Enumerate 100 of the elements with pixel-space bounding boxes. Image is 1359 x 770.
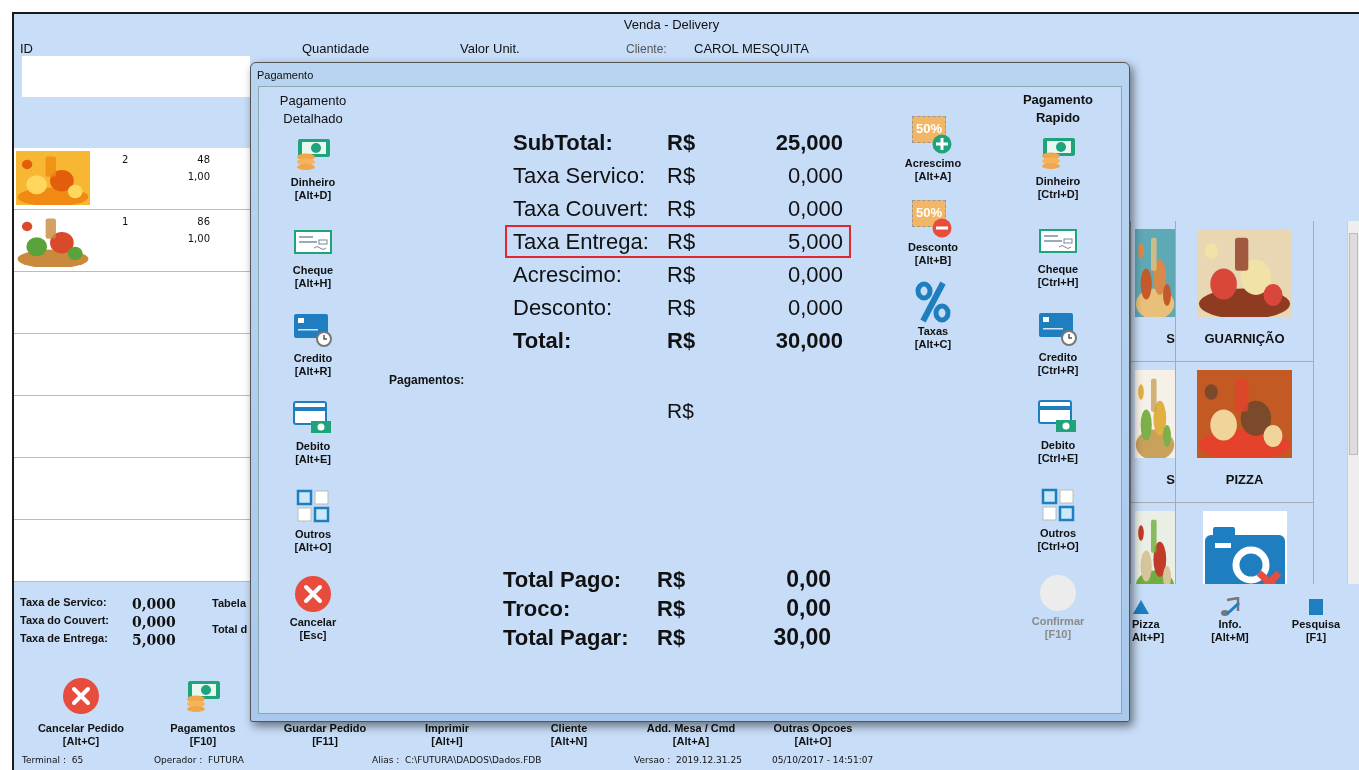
payment-method-button[interactable]: Dinheiro [Alt+D] bbox=[263, 132, 363, 220]
summary-label: Taxa Servico: bbox=[513, 162, 647, 189]
card-cash-icon bbox=[293, 401, 333, 435]
toolbar-button[interactable]: Imprimir [Alt+I] bbox=[386, 660, 508, 752]
category-tile[interactable]: S bbox=[1131, 221, 1176, 362]
total-label: Total Pago: bbox=[503, 566, 623, 593]
minus-icon bbox=[932, 218, 952, 238]
payment-method-button[interactable]: Cheque [Alt+H] bbox=[263, 220, 363, 308]
triangle-icon bbox=[1132, 599, 1150, 615]
currency-label: R$ bbox=[657, 595, 687, 622]
total-value: 30,00 bbox=[772, 624, 831, 651]
toolbar-button[interactable]: Add. Mesa / Cmd [Alt+A] bbox=[630, 660, 752, 752]
column-header: Valor Unit. bbox=[460, 41, 521, 56]
currency-label: R$ bbox=[667, 327, 697, 354]
summary-label: Desconto: bbox=[513, 294, 614, 321]
status-text: Terminal : 65 bbox=[21, 754, 85, 765]
currency-label: R$ bbox=[667, 294, 697, 321]
circle-icon bbox=[1039, 574, 1077, 612]
summary-value: 25,000 bbox=[774, 129, 843, 156]
status-text: 05/10/2017 - 14:51:07 bbox=[772, 754, 874, 765]
summary-label: SubTotal: bbox=[513, 129, 614, 156]
toolbar-button[interactable]: Cliente [Alt+N] bbox=[508, 660, 630, 752]
grid-icon bbox=[1041, 488, 1075, 522]
card-cash-icon bbox=[1038, 400, 1078, 434]
card-clock-icon bbox=[293, 313, 333, 347]
category-name: S bbox=[1166, 472, 1175, 487]
category-name: S bbox=[1166, 331, 1175, 346]
currency-label: R$ bbox=[657, 624, 687, 651]
quantity-cell-text: 2 bbox=[122, 154, 130, 165]
toolbar-button[interactable]: Outras Opcoes [Alt+O] bbox=[752, 660, 874, 752]
currency-label: R$ bbox=[657, 566, 687, 593]
currency-label: R$ bbox=[667, 129, 697, 156]
toolbar-button[interactable]: Info. [Alt+M] bbox=[1192, 596, 1268, 660]
cash-icon bbox=[294, 138, 332, 170]
currency-label: R$ bbox=[667, 261, 697, 288]
scrollbar[interactable] bbox=[1347, 221, 1359, 584]
section-heading: Pagamento Detalhado bbox=[278, 92, 348, 128]
price-cell: 1,00 bbox=[187, 233, 210, 244]
field-label: Tabela bbox=[212, 597, 248, 609]
id-field[interactable] bbox=[22, 56, 250, 97]
close-icon bbox=[62, 677, 100, 715]
category-name: PIZZA bbox=[1225, 472, 1264, 487]
payment-method-button[interactable]: Credito [Alt+R] bbox=[263, 308, 363, 396]
status-text: Versao : 2019.12.31.25 bbox=[634, 754, 743, 765]
card-clock-icon bbox=[1038, 312, 1078, 346]
toolbar-button[interactable]: Pesquisa [F1] bbox=[1278, 596, 1354, 660]
dialog-title: Pagamento bbox=[257, 68, 314, 81]
code-cell: 48 bbox=[197, 154, 210, 165]
price-cell: 1,00 bbox=[187, 171, 210, 182]
total-label: Troco: bbox=[503, 595, 572, 622]
field-label: Total d bbox=[212, 623, 248, 635]
fee-value: 0,000 bbox=[132, 596, 177, 612]
payment-method-button[interactable]: Dinheiro [Ctrl+D] bbox=[1008, 131, 1108, 219]
code-cell: 86 bbox=[197, 216, 210, 227]
fee-label: Taxa de Entrega: bbox=[20, 632, 109, 646]
status-text: Alias : C:\FUTURA\DADOS\Dados.FDB bbox=[372, 754, 543, 765]
summary-value: 30,000 bbox=[774, 327, 843, 354]
cancel-button[interactable]: Cancelar [Esc] bbox=[263, 572, 363, 660]
close-icon bbox=[294, 575, 332, 613]
adjustment-button[interactable]: 50% Desconto [Alt+B] bbox=[883, 197, 983, 281]
cash-icon bbox=[1039, 137, 1077, 169]
fee-label: Taxa de Servico: bbox=[20, 596, 108, 610]
total-label: Total Pagar: bbox=[503, 624, 630, 651]
fee-value: 0,000 bbox=[132, 614, 177, 630]
grid-icon bbox=[296, 489, 330, 523]
payment-method-button[interactable]: Debito [Alt+E] bbox=[263, 396, 363, 484]
cheque-icon bbox=[1039, 229, 1077, 253]
section-heading: Pagamento Rapido bbox=[1021, 91, 1095, 127]
payment-method-button[interactable]: Credito [Ctrl+R] bbox=[1008, 307, 1108, 395]
category-tile[interactable]: GUARNIÇÃO bbox=[1176, 221, 1314, 362]
summary-value: 0,000 bbox=[786, 261, 843, 288]
summary-label: Taxa Couvert: bbox=[513, 195, 650, 222]
payment-method-button[interactable]: Outros [Ctrl+O] bbox=[1008, 483, 1108, 571]
column-header: ID bbox=[19, 41, 34, 56]
payment-method-button[interactable]: Outros [Alt+O] bbox=[263, 484, 363, 572]
payment-method-button[interactable]: Debito [Ctrl+E] bbox=[1008, 395, 1108, 483]
toolbar-button[interactable]: Cancelar Pedido [Alt+C] bbox=[20, 660, 142, 752]
percent-tag: 50% bbox=[912, 200, 946, 227]
category-tile[interactable]: S bbox=[1131, 362, 1176, 503]
status-text: Operador : FUTURA bbox=[154, 754, 245, 765]
currency-label: R$ bbox=[667, 195, 697, 222]
adjustment-button[interactable]: 50% Acrescimo [Alt+A] bbox=[883, 113, 983, 197]
toolbar-button[interactable]: Pizza Alt+P] bbox=[1132, 596, 1182, 660]
currency-label: R$ bbox=[667, 399, 694, 423]
client-label: Cliente: bbox=[626, 42, 668, 56]
cheque-icon bbox=[294, 230, 332, 254]
category-tile[interactable]: PIZZA bbox=[1176, 362, 1314, 503]
percent-tag: 50% bbox=[912, 116, 946, 143]
toolbar-button[interactable]: Guardar Pedido [F11] bbox=[264, 660, 386, 752]
adjustment-button[interactable]: Taxas [Alt+C] bbox=[883, 281, 983, 365]
cash-icon bbox=[184, 680, 222, 712]
payment-method-button[interactable]: Cheque [Ctrl+H] bbox=[1008, 219, 1108, 307]
fee-value: 5,000 bbox=[132, 632, 177, 648]
plus-icon bbox=[932, 134, 952, 154]
square-icon bbox=[1308, 598, 1324, 616]
summary-label: Taxa Entrega: bbox=[513, 228, 650, 255]
fee-label: Taxa do Couvert: bbox=[20, 614, 111, 628]
summary-value: 0,000 bbox=[786, 195, 843, 222]
currency-label: R$ bbox=[667, 228, 697, 255]
column-header: Quantidade bbox=[302, 41, 371, 56]
